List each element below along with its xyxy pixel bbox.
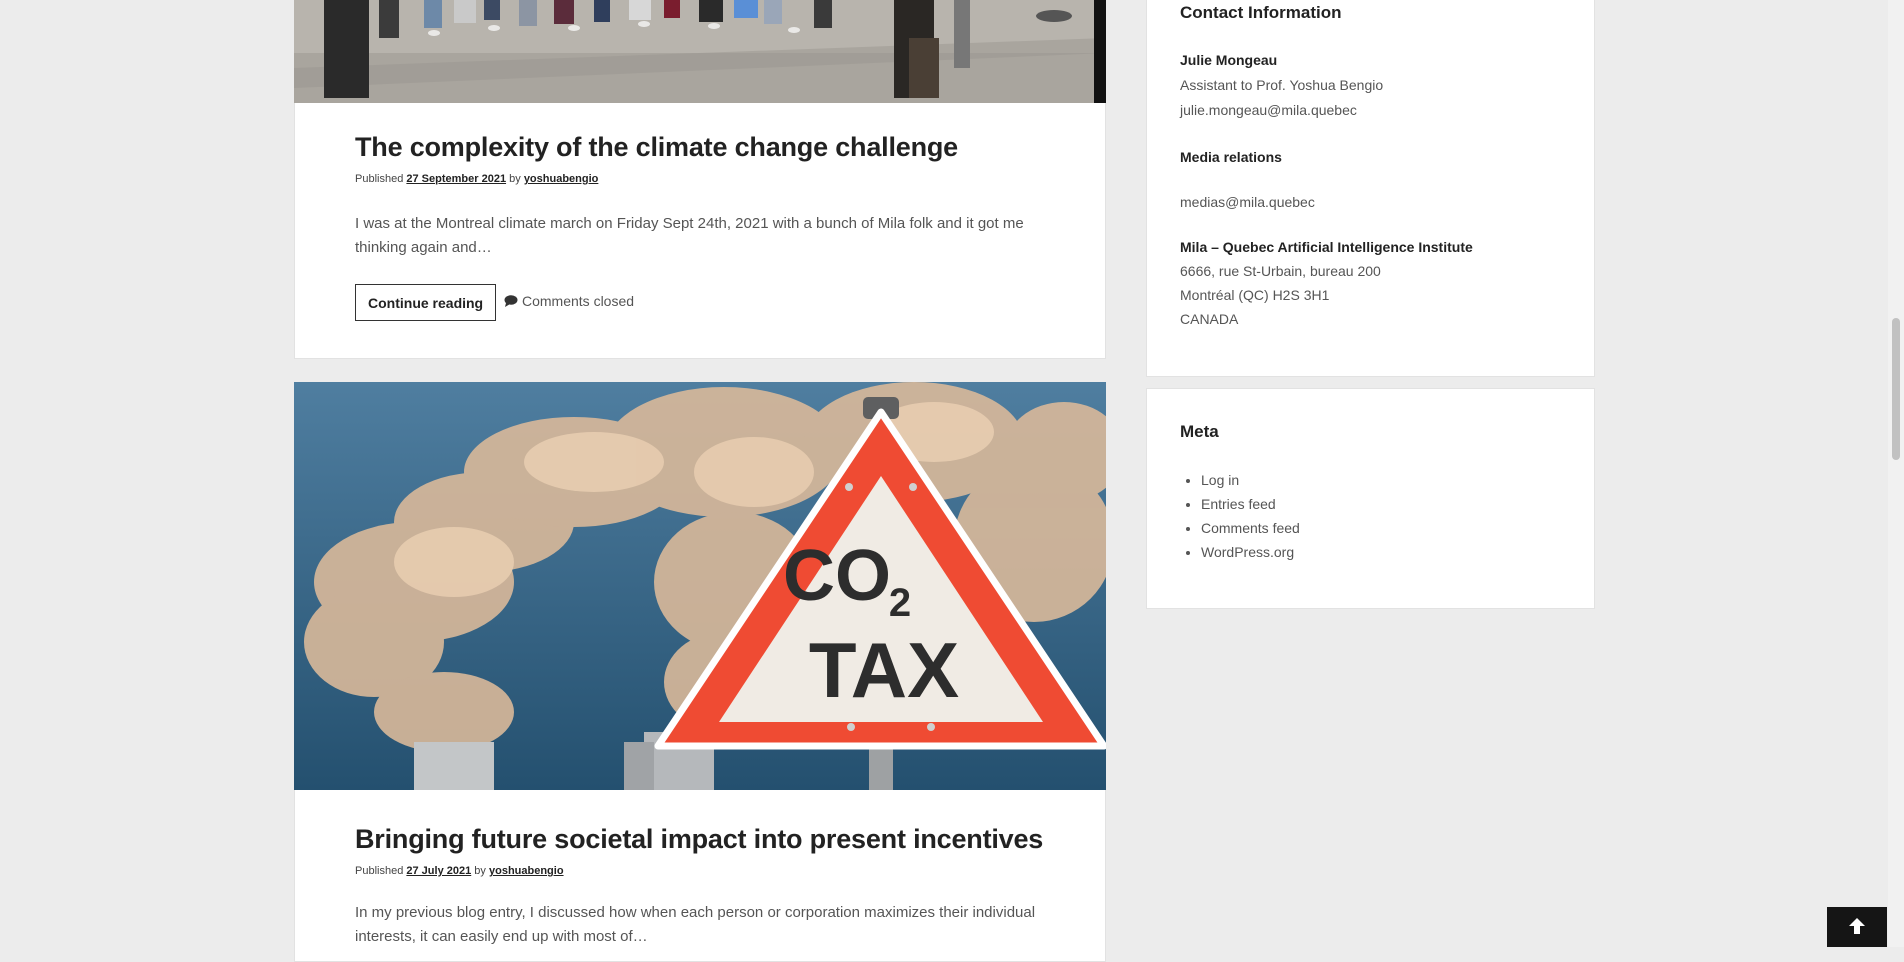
post-meta: Published 27 July 2021 by yoshuabengio	[355, 865, 564, 877]
sign-subscript-text: 2	[889, 581, 911, 625]
sign-co-text: CO	[783, 536, 891, 616]
widget-title: Contact Information	[1180, 3, 1342, 22]
org-name: Mila – Quebec Artificial Intelligence In…	[1180, 239, 1473, 255]
contact-role: Assistant to Prof. Yoshua Bengio	[1180, 77, 1384, 93]
continue-reading-button[interactable]: Continue reading	[355, 284, 497, 321]
by-label: by	[474, 865, 486, 877]
post-author-link[interactable]: yoshuabengio	[489, 865, 564, 877]
post-title[interactable]: Bringing future societal impact into pre…	[355, 824, 1043, 855]
post-excerpt: I was at the Montreal climate march on F…	[355, 215, 1024, 256]
widget-title: Meta	[1180, 422, 1219, 441]
address-line-1: 6666, rue St-Urbain, bureau 200	[1180, 263, 1381, 279]
contact-name: Julie Mongeau	[1180, 52, 1278, 68]
contact-widget: Contact Information Julie Mongeau Assist…	[1146, 0, 1595, 377]
address-country: CANADA	[1180, 311, 1239, 327]
post-meta: Published 27 September 2021 by yoshuaben…	[355, 173, 598, 185]
meta-links: Log in Entries feed Comments feed WordPr…	[1180, 468, 1300, 564]
meta-widget: Meta Log in Entries feed Comments feed W…	[1146, 388, 1595, 609]
meta-link-entries-feed[interactable]: Entries feed	[1201, 492, 1300, 516]
back-to-top-button[interactable]	[1827, 907, 1887, 947]
address-line-2: Montréal (QC) H2S 3H1	[1180, 287, 1330, 303]
comments-status: Comments closed	[504, 293, 634, 310]
post-excerpt: In my previous blog entry, I discussed h…	[355, 904, 1036, 945]
contact-email[interactable]: julie.mongeau@mila.quebec	[1180, 102, 1357, 118]
speech-bubble-icon	[504, 294, 518, 310]
post-author-link[interactable]: yoshuabengio	[524, 173, 599, 185]
media-relations-title: Media relations	[1180, 149, 1282, 165]
meta-link-comments-feed[interactable]: Comments feed	[1201, 516, 1300, 540]
by-label: by	[509, 173, 521, 185]
published-label: Published	[355, 173, 404, 185]
sign-tax-text: TAX	[809, 626, 959, 714]
meta-link-wordpress-org[interactable]: WordPress.org	[1201, 540, 1300, 564]
post-date-link[interactable]: 27 September 2021	[406, 173, 506, 185]
published-label: Published	[355, 865, 404, 877]
post-image-climate-march[interactable]	[294, 0, 1106, 103]
post-date-link[interactable]: 27 July 2021	[406, 865, 471, 877]
post-title[interactable]: The complexity of the climate change cha…	[355, 132, 958, 163]
scrollbar-thumb[interactable]	[1892, 318, 1900, 460]
arrow-up-icon	[1847, 916, 1867, 939]
vertical-scrollbar[interactable]	[1888, 0, 1904, 947]
post-card: CO 2 TAX Bringing future societal impact…	[294, 382, 1106, 962]
comments-label: Comments closed	[522, 293, 635, 309]
media-email[interactable]: medias@mila.quebec	[1180, 194, 1315, 210]
post-image-co2-tax[interactable]: CO 2 TAX	[294, 382, 1106, 790]
post-card: The complexity of the climate change cha…	[294, 0, 1106, 359]
meta-link-log-in[interactable]: Log in	[1201, 468, 1300, 492]
